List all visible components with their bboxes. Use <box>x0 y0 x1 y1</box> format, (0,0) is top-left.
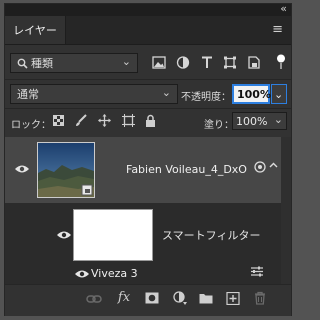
add-mask-icon[interactable] <box>143 292 161 304</box>
shape-filter-icon[interactable] <box>222 56 238 69</box>
divider <box>5 108 291 109</box>
chevron-down-icon: ⌄ <box>274 87 284 101</box>
panel-tab-bar: レイヤー ≡ <box>5 16 291 45</box>
smart-object-filter-icon[interactable] <box>246 56 262 69</box>
scrollbar[interactable] <box>281 137 291 284</box>
lock-transparent-icon[interactable] <box>53 115 64 126</box>
panel-top-strip: « <box>5 2 291 16</box>
layer-row-selected[interactable]: Fabien Voileau_4_DxO <box>5 137 281 203</box>
layers-bottom-bar: fx <box>5 284 291 316</box>
layer-kind-label: 種類 <box>31 57 53 70</box>
smart-filter-indicator-icon <box>254 161 266 173</box>
filter-toggle-icon[interactable] <box>273 54 289 70</box>
collapse-panel-icon[interactable]: « <box>280 2 287 15</box>
eye-icon[interactable] <box>74 269 90 279</box>
panel-menu-icon[interactable]: ≡ <box>272 22 283 37</box>
lock-artboard-icon[interactable] <box>122 114 135 127</box>
lock-position-icon[interactable] <box>98 114 111 127</box>
chevron-down-icon: ⌄ <box>273 113 283 126</box>
link-layers-icon[interactable] <box>85 294 103 304</box>
lock-label: ロック： <box>11 120 51 131</box>
lock-image-icon[interactable] <box>75 114 87 127</box>
search-icon <box>17 58 28 69</box>
blend-mode-value: 通常 <box>17 88 39 101</box>
collapse-effects-icon[interactable] <box>269 162 278 168</box>
fill-input[interactable]: 100% ⌄ <box>232 112 287 130</box>
filter-name: Viveza 3 <box>91 267 138 280</box>
tab-layers-label: レイヤー <box>13 24 57 37</box>
layer-thumbnail <box>37 142 95 198</box>
smart-filter-mask-thumbnail[interactable] <box>73 209 153 261</box>
opacity-label: 不透明度： <box>181 92 231 103</box>
new-adjustment-icon[interactable] <box>171 291 189 305</box>
chevron-down-icon: ⌄ <box>161 86 171 99</box>
type-filter-icon[interactable] <box>199 56 215 69</box>
opacity-dropdown[interactable]: ⌄ <box>271 84 287 104</box>
layers-panel: « レイヤー ≡ 種類 ⌄ 通常 ⌄ 不透明度： 100% ⌄ ロック： 塗り：… <box>4 2 292 316</box>
fill-label: 塗り： <box>204 120 234 131</box>
opacity-value: 100% <box>237 87 271 101</box>
eye-icon[interactable] <box>56 230 72 240</box>
layers-list: Fabien Voileau_4_DxO スマートフィルター Viveza 3 <box>5 137 291 284</box>
layer-name: Fabien Voileau_4_DxO <box>126 163 247 176</box>
delete-layer-icon[interactable] <box>251 291 269 305</box>
new-group-icon[interactable] <box>197 292 215 304</box>
lock-all-icon[interactable] <box>145 114 156 127</box>
eye-icon[interactable] <box>14 164 30 174</box>
new-layer-icon[interactable] <box>224 292 242 305</box>
landscape-thumbnail-image <box>38 143 94 197</box>
image-filter-icon[interactable] <box>151 56 167 69</box>
smart-filter-label: スマートフィルター <box>162 229 261 242</box>
fill-value: 100% <box>236 114 268 128</box>
tab-layers[interactable]: レイヤー <box>5 16 66 44</box>
layer-kind-select[interactable]: 種類 ⌄ <box>10 53 138 73</box>
filter-blending-options-icon[interactable] <box>250 265 264 277</box>
fx-icon[interactable]: fx <box>115 290 133 305</box>
adjustment-filter-icon[interactable] <box>175 56 191 69</box>
divider <box>5 79 291 80</box>
chevron-down-icon: ⌄ <box>121 55 131 68</box>
opacity-input[interactable]: 100% <box>232 84 271 104</box>
blend-mode-select[interactable]: 通常 ⌄ <box>10 84 178 104</box>
